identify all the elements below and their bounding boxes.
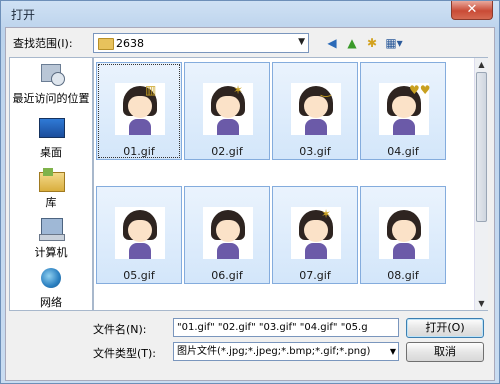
image-thumbnail: ▥ — [115, 83, 165, 135]
place-network[interactable]: 网络 — [10, 266, 92, 310]
image-thumbnail: ✶ — [203, 83, 253, 135]
file-name: 04.gif — [387, 145, 419, 158]
thumbnail-decoration: ✶ — [321, 207, 332, 221]
recent-places-icon — [37, 62, 65, 88]
folder-icon — [98, 38, 114, 50]
file-name: 07.gif — [299, 269, 331, 282]
vertical-scrollbar[interactable]: ▲ ▼ — [474, 58, 488, 310]
image-thumbnail: ♥♥ — [379, 83, 431, 135]
file-name: 01.gif — [123, 145, 155, 158]
lookin-combo[interactable]: 2638 ▼ — [93, 33, 309, 53]
place-recent[interactable]: 最近访问的位置 — [10, 62, 92, 106]
place-computer[interactable]: 计算机 — [10, 216, 92, 260]
file-tile[interactable]: 06.gif — [184, 186, 270, 284]
image-thumbnail — [115, 207, 165, 259]
place-label: 计算机 — [34, 246, 68, 259]
image-thumbnail: ✶ — [291, 207, 341, 259]
chevron-down-icon: ▼ — [389, 347, 396, 356]
open-file-dialog: 打开 ✕ 查找范围(I): 2638 ▼ ◀ ▲ ✱ ▦▾ 最近访问的位置 桌面 — [0, 0, 500, 384]
place-label: 网络 — [40, 296, 62, 309]
views-menu-button[interactable]: ▦▾ — [382, 34, 406, 52]
thumbnail-decoration: ✶ — [233, 83, 244, 97]
scrollbar-thumb[interactable] — [476, 72, 487, 222]
close-button[interactable]: ✕ — [451, 1, 493, 20]
place-label: 库 — [45, 196, 57, 209]
file-tile[interactable]: 05.gif — [96, 186, 182, 284]
lookin-label: 查找范围(I): — [13, 37, 73, 50]
lookin-value: 2638 — [116, 37, 144, 50]
place-desktop[interactable]: 桌面 — [10, 116, 92, 160]
chevron-down-icon[interactable]: ▼ — [298, 37, 305, 47]
file-tile[interactable]: ▥ 01.gif — [96, 62, 182, 160]
file-tile[interactable]: ✶ 02.gif — [184, 62, 270, 160]
back-button[interactable]: ◀ — [323, 34, 341, 52]
file-tile[interactable]: 08.gif — [360, 186, 446, 284]
computer-icon — [37, 216, 65, 242]
filename-input[interactable]: "01.gif" "02.gif" "03.gif" "04.gif" "05.… — [173, 318, 399, 337]
file-tile[interactable]: ‿ 03.gif — [272, 62, 358, 160]
new-folder-button[interactable]: ✱ — [363, 34, 381, 52]
close-icon: ✕ — [466, 2, 478, 17]
views-icon: ▦▾ — [385, 36, 403, 50]
file-name: 05.gif — [123, 269, 155, 282]
file-name: 03.gif — [299, 145, 331, 158]
image-thumbnail: ‿ — [291, 83, 341, 135]
title-bar[interactable]: 打开 ✕ — [1, 1, 499, 27]
image-thumbnail — [203, 207, 253, 259]
desktop-icon — [37, 116, 65, 142]
file-tile[interactable]: ♥♥ 04.gif — [360, 62, 446, 160]
place-label: 最近访问的位置 — [12, 92, 90, 105]
thumbnail-decoration: ♥♥ — [409, 83, 431, 97]
new-folder-icon: ✱ — [366, 36, 378, 50]
filetype-label: 文件类型(T): — [93, 347, 157, 360]
thumbnail-decoration: ‿ — [321, 83, 331, 97]
filename-label: 文件名(N): — [93, 323, 147, 336]
open-button[interactable]: 打开(O) — [406, 318, 484, 338]
file-name: 06.gif — [211, 269, 243, 282]
thumbnail-decoration: ▥ — [145, 83, 157, 97]
image-thumbnail — [379, 207, 429, 259]
dialog-title: 打开 — [11, 8, 36, 22]
network-icon — [37, 266, 65, 292]
places-bar: 最近访问的位置 桌面 库 计算机 网络 — [9, 57, 93, 311]
file-name: 02.gif — [211, 145, 243, 158]
scroll-down-icon[interactable]: ▼ — [475, 297, 488, 310]
back-icon: ◀ — [327, 36, 337, 50]
up-folder-icon: ▲ — [347, 36, 357, 50]
place-libraries[interactable]: 库 — [10, 166, 92, 210]
scroll-up-icon[interactable]: ▲ — [475, 58, 488, 71]
place-label: 桌面 — [40, 146, 62, 159]
filetype-select[interactable]: 图片文件(*.jpg;*.jpeg;*.bmp;*.gif;*.png) ▼ — [173, 342, 399, 361]
up-folder-button[interactable]: ▲ — [343, 34, 361, 52]
file-list-view[interactable]: ▥ 01.gif ✶ 02.gif ‿ 03.gif ♥♥ 04.gif 05.gif 06.gi… — [93, 57, 488, 311]
file-name: 08.gif — [387, 269, 419, 282]
libraries-icon — [37, 166, 65, 192]
file-tile[interactable]: ✶ 07.gif — [272, 186, 358, 284]
cancel-button[interactable]: 取消 — [406, 342, 484, 362]
filetype-value: 图片文件(*.jpg;*.jpeg;*.bmp;*.gif;*.png) — [177, 346, 371, 357]
